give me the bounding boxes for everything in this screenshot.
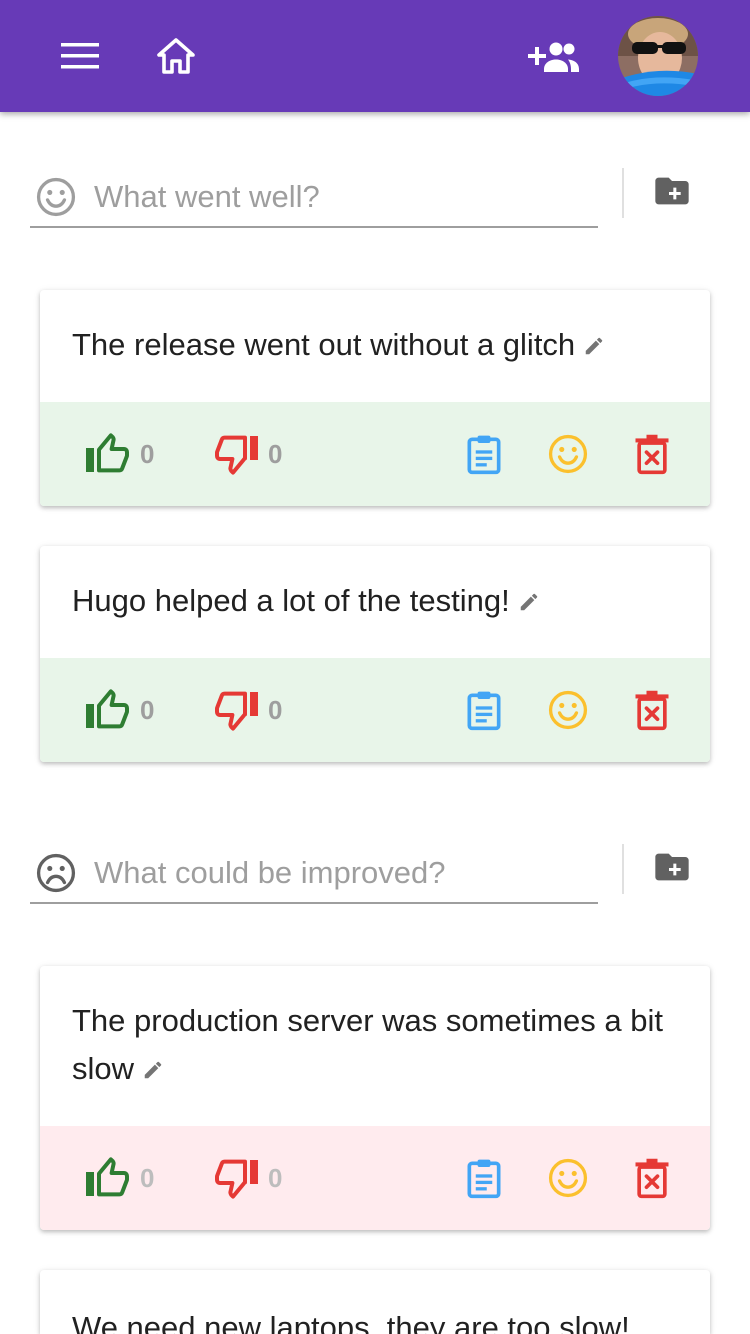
- went-well-input-field[interactable]: [30, 168, 598, 228]
- card-body: The release went out without a glitch: [40, 290, 710, 402]
- react-button[interactable]: [546, 686, 590, 734]
- delete-icon: [630, 1156, 674, 1200]
- clipboard-icon: [462, 1156, 506, 1200]
- went-well-input[interactable]: [94, 179, 574, 215]
- like-count: 0: [140, 1162, 155, 1193]
- app-bar: [0, 0, 750, 112]
- improve-input-field[interactable]: [30, 844, 598, 904]
- thumb-up-icon: [84, 430, 132, 478]
- delete-icon: [630, 432, 674, 476]
- section-header-went-well: [30, 168, 710, 248]
- dislike-button[interactable]: 0: [212, 686, 282, 734]
- dislike-count: 0: [268, 1162, 283, 1193]
- thumb-down-icon: [212, 430, 260, 478]
- copy-clipboard-button[interactable]: [462, 430, 506, 478]
- sad-face-icon: [32, 849, 80, 897]
- divider: [622, 844, 624, 894]
- group-add-icon[interactable]: [522, 30, 586, 82]
- dislike-count: 0: [268, 694, 283, 725]
- retro-card: The production server was sometimes a bi…: [40, 966, 710, 1230]
- edit-pencil-icon[interactable]: [583, 323, 605, 371]
- like-button[interactable]: 0: [84, 430, 154, 478]
- thumb-down-icon: [212, 1154, 260, 1202]
- like-button[interactable]: 0: [84, 1154, 154, 1202]
- improve-input[interactable]: [94, 855, 574, 891]
- card-text: Hugo helped a lot of the testing!: [72, 583, 510, 619]
- card-actions: 0 0: [40, 1126, 710, 1230]
- like-count: 0: [140, 694, 155, 725]
- thumb-up-icon: [84, 686, 132, 734]
- dislike-button[interactable]: 0: [212, 430, 282, 478]
- dislike-count: 0: [268, 438, 283, 469]
- react-button[interactable]: [546, 1154, 590, 1202]
- card-body: Hugo helped a lot of the testing!: [40, 546, 710, 658]
- delete-button[interactable]: [630, 686, 674, 734]
- edit-pencil-icon[interactable]: [142, 1047, 164, 1095]
- card-text: We need new laptops, they are too slow!: [72, 1310, 630, 1334]
- smile-reaction-icon: [546, 1156, 590, 1200]
- card-text: The release went out without a glitch: [72, 327, 576, 363]
- card-actions: 0 0: [40, 402, 710, 506]
- thumb-up-icon: [84, 1154, 132, 1202]
- clipboard-icon: [462, 688, 506, 732]
- like-button[interactable]: 0: [84, 686, 154, 734]
- divider: [622, 168, 624, 218]
- delete-button[interactable]: [630, 430, 674, 478]
- delete-icon: [630, 688, 674, 732]
- smile-reaction-icon: [546, 432, 590, 476]
- card-actions: 0 0: [40, 658, 710, 762]
- like-count: 0: [140, 438, 155, 469]
- create-new-folder-icon[interactable]: [646, 844, 698, 890]
- thumb-down-icon: [212, 686, 260, 734]
- react-button[interactable]: [546, 430, 590, 478]
- clipboard-icon: [462, 432, 506, 476]
- section-header-improve: [30, 844, 710, 924]
- user-avatar[interactable]: [618, 16, 698, 96]
- home-icon[interactable]: [148, 30, 204, 82]
- copy-clipboard-button[interactable]: [462, 1154, 506, 1202]
- card-body: The production server was sometimes a bi…: [40, 966, 710, 1126]
- menu-icon[interactable]: [52, 30, 108, 82]
- create-new-folder-icon[interactable]: [646, 168, 698, 214]
- copy-clipboard-button[interactable]: [462, 686, 506, 734]
- card-body: We need new laptops, they are too slow!: [40, 1270, 710, 1334]
- dislike-button[interactable]: 0: [212, 1154, 282, 1202]
- retro-card: The release went out without a glitch 0 …: [40, 290, 710, 506]
- retro-card: Hugo helped a lot of the testing! 0 0: [40, 546, 710, 762]
- smile-reaction-icon: [546, 688, 590, 732]
- delete-button[interactable]: [630, 1154, 674, 1202]
- smile-face-icon: [32, 173, 80, 221]
- edit-pencil-icon[interactable]: [518, 579, 540, 627]
- retro-card: We need new laptops, they are too slow!: [40, 1270, 710, 1334]
